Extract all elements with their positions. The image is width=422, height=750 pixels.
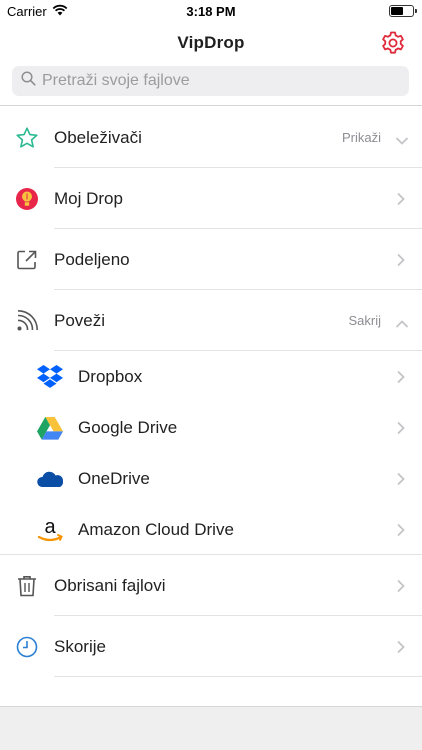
page-title: VipDrop [177, 33, 245, 52]
connection-onedrive[interactable]: OneDrive [0, 453, 422, 504]
chevron-right-icon [396, 253, 406, 267]
menu-item-deleted-files[interactable]: Obrisani fajlovi [0, 555, 422, 616]
menu-item-bookmarks[interactable]: Obeleživači Prikaži [0, 107, 422, 168]
balloon-icon [15, 187, 39, 211]
menu-item-label: Podeljeno [54, 249, 130, 269]
dropbox-icon [36, 363, 64, 391]
menu-item-recent[interactable]: Skorije [0, 616, 422, 677]
status-bar: Carrier 3:18 PM [0, 0, 422, 22]
connection-label: Google Drive [78, 417, 178, 437]
menu-item-label: Moj Drop [54, 188, 123, 208]
hide-toggle[interactable]: Sakrij [348, 313, 381, 328]
connection-label: Amazon Cloud Drive [78, 519, 234, 539]
google-drive-icon [36, 414, 64, 442]
star-icon [15, 126, 39, 150]
chevron-right-icon [396, 192, 406, 206]
connection-google-drive[interactable]: Google Drive [0, 402, 422, 453]
trash-icon [15, 574, 39, 598]
chevron-right-icon [396, 472, 406, 486]
chevron-right-icon [396, 370, 406, 384]
chevron-right-icon [396, 640, 406, 654]
show-toggle[interactable]: Prikaži [342, 130, 381, 145]
gear-icon[interactable] [380, 30, 406, 56]
bottom-bar [0, 706, 422, 750]
search-divider [0, 105, 422, 106]
menu-item-my-drop[interactable]: Moj Drop [0, 168, 422, 229]
connection-amazon-cloud-drive[interactable]: a Amazon Cloud Drive [0, 504, 422, 555]
connection-label: Dropbox [78, 366, 143, 386]
divider [54, 676, 422, 677]
rss-icon [15, 309, 39, 333]
onedrive-icon [36, 465, 64, 493]
connection-dropbox[interactable]: Dropbox [0, 351, 422, 402]
battery-icon [389, 5, 417, 17]
chevron-up-icon[interactable] [395, 316, 409, 328]
menu-item-label: Skorije [54, 636, 106, 656]
menu-item-label: Obrisani fajlovi [54, 575, 166, 595]
amazon-icon: a [36, 516, 64, 544]
clock-icon [15, 635, 39, 659]
status-time: 3:18 PM [186, 4, 236, 19]
chevron-right-icon [396, 579, 406, 593]
chevron-down-icon[interactable] [395, 133, 409, 145]
search-icon [21, 71, 36, 91]
chevron-right-icon [396, 421, 406, 435]
nav-bar: VipDrop [0, 22, 422, 64]
connection-label: OneDrive [78, 468, 150, 488]
svg-text:a: a [44, 516, 56, 538]
share-icon [15, 248, 39, 272]
menu-item-label: Poveži [54, 310, 106, 330]
chevron-right-icon [396, 523, 406, 537]
search-placeholder: Pretraži svoje fajlove [42, 72, 190, 89]
menu-item-shared[interactable]: Podeljeno [0, 229, 422, 290]
menu-item-connect[interactable]: Poveži Sakrij [0, 290, 422, 351]
menu-item-label: Obeleživači [54, 127, 142, 147]
search-input[interactable]: Pretraži svoje fajlove [12, 66, 409, 96]
